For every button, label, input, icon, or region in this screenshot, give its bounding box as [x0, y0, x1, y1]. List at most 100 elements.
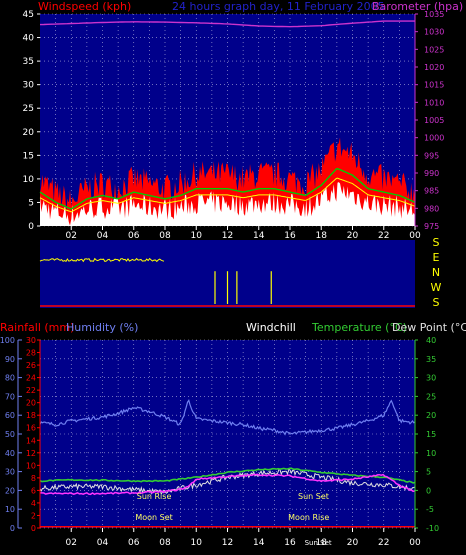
x-tick-label: 02: [66, 538, 77, 548]
rainfall-tick-label: 24: [26, 374, 36, 383]
windspeed-tick-label: 0: [28, 222, 34, 232]
x-tick-label: 04: [97, 538, 109, 548]
temperature-tick-label: 25: [426, 392, 436, 401]
windspeed-tick-label: 5: [28, 198, 34, 208]
rainfall-tick-label: 16: [26, 424, 36, 433]
rainfall-tick-label: 28: [26, 349, 36, 358]
temperature-tick-label: 5: [426, 468, 431, 477]
rainfall-tick-label: 4: [31, 499, 36, 508]
humidity-tick-label: 60: [5, 411, 15, 420]
x-tick-label: 18: [316, 231, 328, 241]
humidity-tick-label: 50: [5, 430, 15, 439]
temperature-tick-label: 15: [426, 430, 436, 439]
temperature-tick-label: 40: [426, 336, 436, 345]
sun-rise-label: Sun Rise: [137, 492, 172, 501]
windspeed-axis-label: Windspeed (kph): [38, 0, 131, 13]
rainfall-tick-label: 0: [31, 524, 36, 533]
rainfall-tick-label: 6: [31, 486, 36, 495]
x-tick-label: 16: [284, 538, 296, 548]
temperature-axis: -10 -5 0 5 10 15 20 25 30 35 40: [414, 336, 439, 533]
x-tick-label: 14: [253, 231, 265, 241]
barometer-tick-label: 980: [424, 204, 439, 213]
windspeed-tick-label: 35: [23, 57, 34, 67]
x-tick-label: 14: [253, 538, 265, 548]
humidity-tick-label: 10: [5, 505, 15, 514]
humidity-tick-label: 0: [10, 524, 15, 533]
rainfall-tick-label: 10: [26, 461, 36, 470]
barometer-tick-label: 1015: [424, 81, 444, 90]
rainfall-tick-label: 20: [26, 399, 36, 408]
temperature-tick-label: -5: [426, 505, 434, 514]
windspeed-tick-label: 45: [23, 10, 34, 20]
rainfall-tick-label: 18: [26, 411, 36, 420]
barometer-tick-label: 1020: [424, 63, 444, 72]
x-tick-label: 12: [222, 538, 233, 548]
sun-set-label: Sun Set: [298, 492, 329, 501]
humidity-tick-label: 20: [5, 486, 15, 495]
windspeed-tick-label: 10: [23, 175, 35, 185]
barometer-tick-label: 1030: [424, 28, 444, 37]
barometer-tick-label: 1000: [424, 134, 444, 143]
temperature-tick-label: 35: [426, 355, 436, 364]
barometer-tick-label: 1025: [424, 45, 444, 54]
barometer-tick-label: 975: [424, 222, 439, 231]
weather-graph: 051015202530354045 975980985990995100010…: [0, 0, 466, 548]
windspeed-tick-label: 40: [23, 34, 35, 44]
bottom-time-axis: 02 04 06 08 10 12 14 16 18 20 22 00: [66, 528, 421, 548]
barometer-axis-label: Barometer (hpa): [372, 0, 463, 13]
x-tick-label: 08: [159, 538, 171, 548]
direction-label: S: [433, 236, 440, 249]
humidity-tick-label: 80: [5, 374, 15, 383]
humidity-tick-label: 70: [5, 392, 15, 401]
x-tick-label: 20: [347, 538, 359, 548]
windspeed-tick-label: 20: [23, 128, 35, 138]
barometer-tick-label: 1005: [424, 116, 444, 125]
barometer-tick-label: 985: [424, 187, 439, 196]
humidity-axis-label: Humidity (%): [66, 321, 138, 334]
barometer-tick-label: 995: [424, 151, 439, 160]
windspeed-axis: 0 5 10 15 20 25 30 35 40 45: [23, 10, 40, 232]
x-tick-label: 12: [222, 231, 233, 241]
x-tick-label: 22: [378, 538, 389, 548]
x-tick-label: 00: [409, 231, 421, 241]
humidity-tick-label: 90: [5, 355, 15, 364]
windspeed-tick-label: 25: [23, 104, 34, 114]
humidity-tick-label: 30: [5, 468, 15, 477]
x-tick-label: 20: [347, 231, 359, 241]
moon-set-label: Moon Set: [135, 513, 172, 522]
barometer-axis: 975 980 985 990 995 1000 1005 1010 1015 1020 1025 1…: [414, 10, 444, 231]
x-tick-label: 04: [97, 231, 109, 241]
x-tick-label: 06: [128, 538, 140, 548]
rainfall-axis: 024681012141618202224262830: [26, 336, 41, 533]
windchill-label: Windchill: [246, 321, 296, 334]
windspeed-barometer-panel: 051015202530354045 975980985990995100010…: [23, 0, 464, 241]
barometer-tick-label: 990: [424, 169, 439, 178]
temperature-tick-label: 20: [426, 411, 436, 420]
x-tick-label: 18: [316, 538, 328, 548]
windspeed-tick-label: 15: [23, 151, 34, 161]
barometer-tick-label: 1010: [424, 98, 444, 107]
direction-label: S: [433, 296, 440, 309]
humidity-axis: 0 10 20 30 40 50 60 70 80 90 100: [0, 336, 22, 533]
direction-label: W: [431, 281, 442, 294]
rainfall-tick-label: 2: [31, 511, 36, 520]
x-tick-label: 06: [128, 231, 140, 241]
rainfall-tick-label: 8: [31, 474, 36, 483]
rainfall-tick-label: 22: [26, 386, 36, 395]
x-tick-label: 00: [409, 538, 421, 548]
humidity-tick-label: 100: [0, 336, 15, 345]
graph-title: 24 hours graph day, 11 February 2005: [172, 0, 385, 13]
moon-rise-label: Moon Rise: [288, 513, 329, 522]
temperature-tick-label: 10: [426, 449, 436, 458]
x-tick-label: 10: [191, 231, 203, 241]
dewpoint-axis-label: Dew Point (°C): [392, 321, 466, 334]
temperature-tick-label: 0: [426, 486, 431, 495]
direction-label: N: [432, 266, 440, 279]
rainfall-tick-label: 12: [26, 449, 36, 458]
direction-label: E: [433, 251, 440, 264]
rainfall-tick-label: 30: [26, 336, 36, 345]
x-tick-label: 08: [159, 231, 171, 241]
rainfall-tick-label: 26: [26, 361, 36, 370]
humidity-tick-label: 40: [5, 449, 15, 458]
x-tick-label: 16: [284, 231, 296, 241]
